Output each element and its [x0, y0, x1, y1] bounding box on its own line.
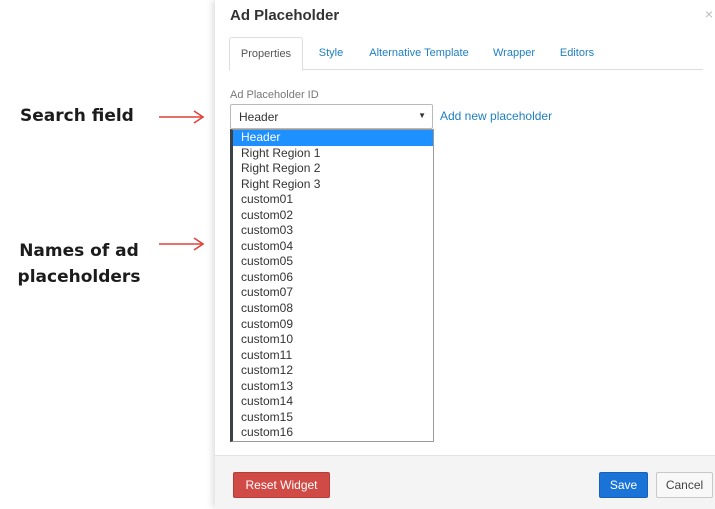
dropdown-option[interactable]: custom08 — [233, 301, 433, 317]
dropdown-option[interactable]: custom13 — [233, 379, 433, 395]
dropdown-option[interactable]: custom06 — [233, 270, 433, 286]
dropdown-option[interactable]: custom15 — [233, 410, 433, 426]
placeholder-dropdown-list: Header Right Region 1 Right Region 2 Right … — [230, 129, 434, 442]
dropdown-option[interactable]: Right Region 2 — [233, 161, 433, 177]
dialog-footer: Reset Widget Save Cancel — [215, 455, 715, 509]
dropdown-option[interactable]: Header — [233, 130, 433, 146]
close-icon[interactable]: × — [705, 6, 713, 22]
annotation-names-line2: placeholders — [17, 267, 141, 287]
dialog-title: Ad Placeholder — [230, 7, 340, 24]
dropdown-option[interactable]: custom05 — [233, 254, 433, 270]
annotation-names-line1: Names of ad — [19, 241, 139, 261]
select-current-value: Header — [239, 110, 279, 124]
ad-placeholder-id-label: Ad Placeholder ID — [230, 89, 319, 101]
dropdown-option[interactable]: custom09 — [233, 317, 433, 333]
annotation-search-field-text: Search field — [20, 106, 134, 126]
dropdown-option[interactable]: custom03 — [233, 223, 433, 239]
annotation-search-field: Search field — [20, 106, 134, 126]
save-button[interactable]: Save — [599, 472, 648, 498]
dropdown-option[interactable]: custom11 — [233, 348, 433, 364]
dropdown-option[interactable]: custom02 — [233, 208, 433, 224]
dropdown-option[interactable]: custom16 — [233, 425, 433, 441]
dropdown-option[interactable]: Right Region 1 — [233, 146, 433, 162]
dropdown-option[interactable]: custom14 — [233, 394, 433, 410]
add-new-placeholder-link[interactable]: Add new placeholder — [440, 109, 552, 123]
tab-properties[interactable]: Properties — [229, 37, 303, 71]
dropdown-option[interactable]: custom12 — [233, 363, 433, 379]
reset-widget-button[interactable]: Reset Widget — [233, 472, 330, 498]
ad-placeholder-id-select[interactable]: Header ▼ — [230, 104, 433, 129]
dropdown-option[interactable]: custom04 — [233, 239, 433, 255]
dropdown-option[interactable]: custom07 — [233, 285, 433, 301]
cancel-button[interactable]: Cancel — [656, 472, 713, 498]
tab-style[interactable]: Style — [311, 37, 351, 69]
tab-wrapper[interactable]: Wrapper — [487, 37, 541, 69]
tab-editors[interactable]: Editors — [553, 37, 601, 69]
dropdown-option[interactable]: custom01 — [233, 192, 433, 208]
chevron-down-icon: ▼ — [418, 111, 426, 120]
arrow-right-icon — [159, 110, 205, 124]
arrow-right-icon — [159, 237, 205, 251]
dropdown-option[interactable]: custom10 — [233, 332, 433, 348]
tab-bar: Properties Style Alternative Template Wr… — [229, 37, 703, 71]
ad-placeholder-dialog: Ad Placeholder × Properties Style Altern… — [215, 0, 715, 509]
annotation-names: Names of ad placeholders — [8, 238, 150, 290]
dropdown-option[interactable]: Right Region 3 — [233, 177, 433, 193]
tab-alternative-template[interactable]: Alternative Template — [363, 37, 475, 69]
